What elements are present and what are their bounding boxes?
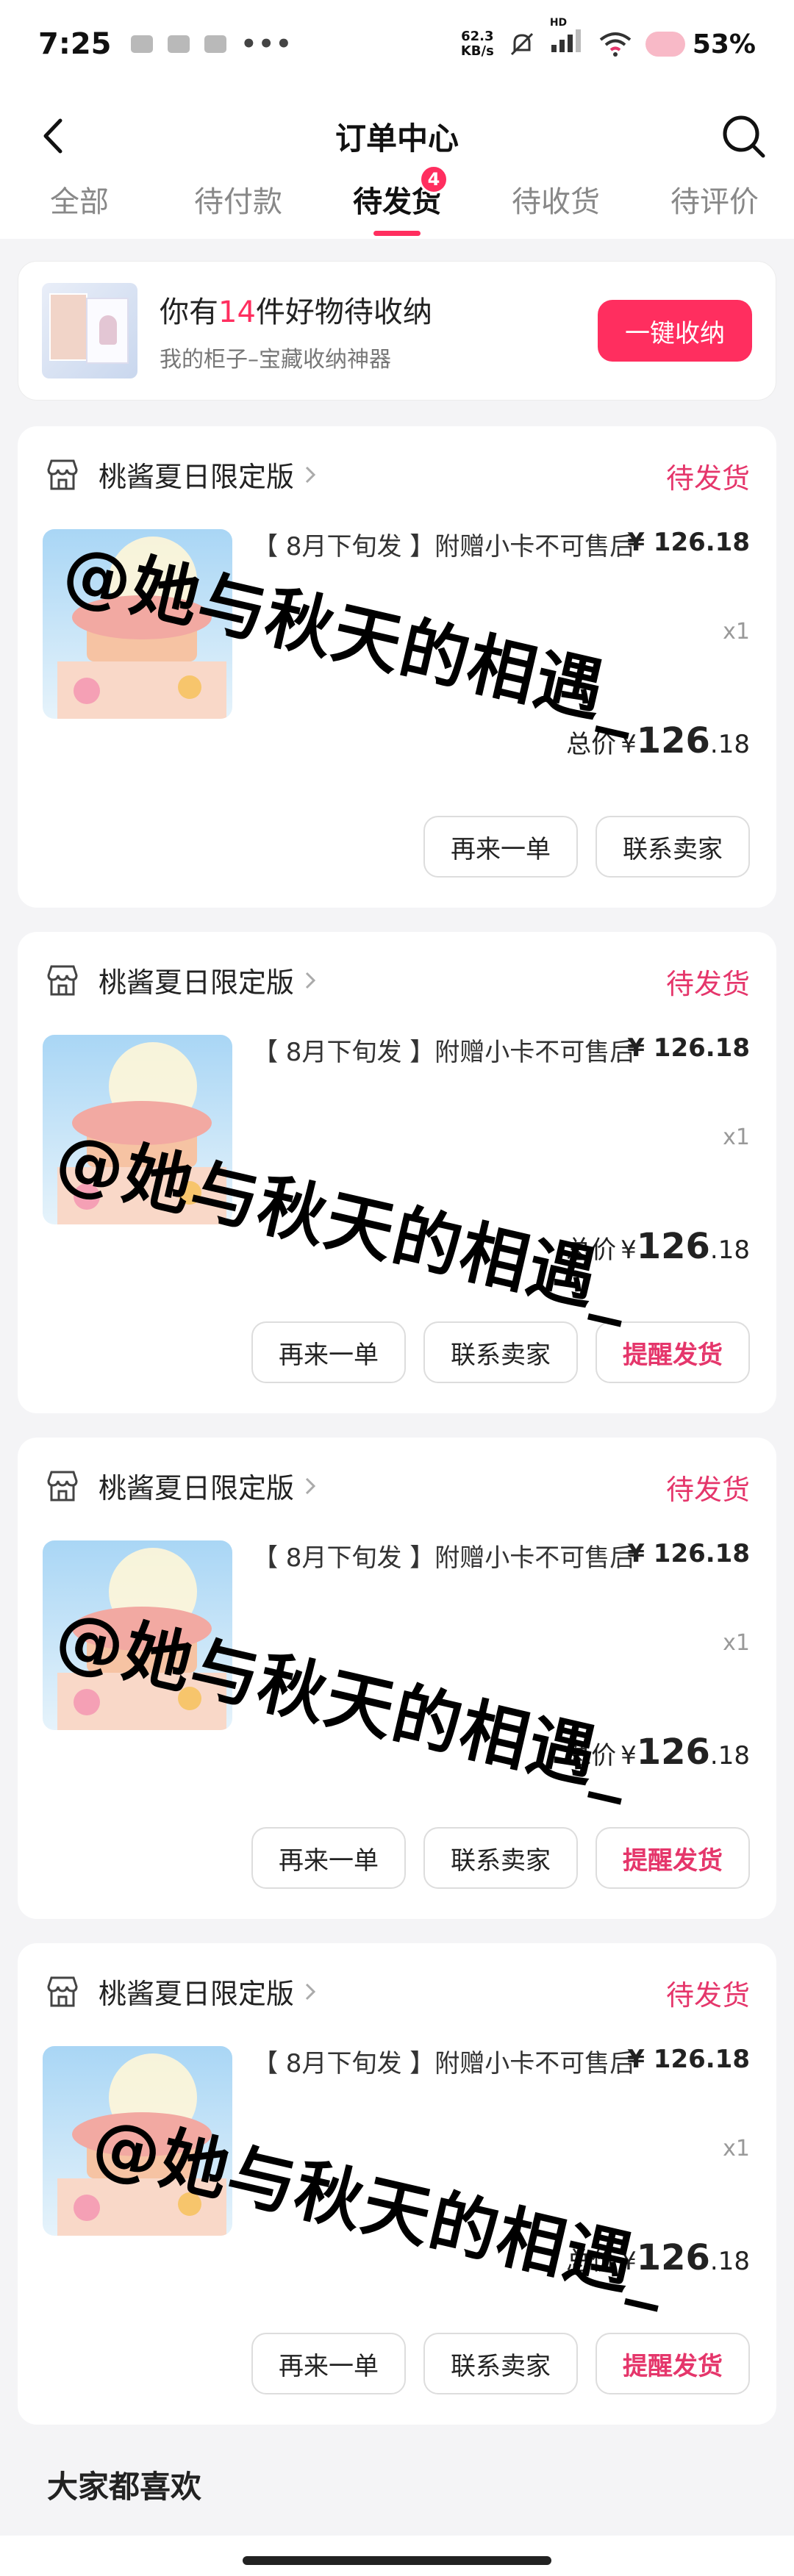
shop-icon <box>47 1976 78 2006</box>
order-status: 待发货 <box>665 968 750 1000</box>
promo-thumbnail <box>42 283 137 378</box>
home-indicator[interactable] <box>243 2556 551 2565</box>
chevron-right-icon <box>305 466 316 483</box>
order-actions: 再来一单 联系卖家 提醒发货 <box>251 1827 750 1889</box>
reorder-button[interactable]: 再来一单 <box>251 1321 406 1383</box>
network-speed: 62.3 KB/s <box>460 29 494 59</box>
product-price: ¥ 126.18 <box>627 1539 750 1568</box>
product-title[interactable]: 【 8月下旬发 】附赠小卡不可售后 <box>253 1033 635 1072</box>
tab-pending-review[interactable]: 待评价 <box>635 162 794 239</box>
shop-icon <box>47 965 78 995</box>
promo-subtitle: 我的柜子–宝藏收纳神器 <box>160 347 391 373</box>
chevron-right-icon <box>305 972 316 989</box>
contact-seller-button[interactable]: 联系卖家 <box>423 1321 578 1383</box>
shop-name: 桃酱夏日限定版 <box>99 1472 295 1504</box>
shop-name: 桃酱夏日限定版 <box>99 461 295 493</box>
promo-title: 你有14件好物待收纳 <box>160 295 432 329</box>
notification-icon <box>130 35 153 53</box>
tab-pending-payment[interactable]: 待付款 <box>159 162 318 239</box>
product-quantity: x1 <box>723 2136 750 2161</box>
chevron-right-icon <box>305 1477 316 1494</box>
order-tabs: 全部 待付款 待发货 4 待收货 待评价 <box>0 162 794 239</box>
product-quantity: x1 <box>723 1124 750 1150</box>
promo-count: 14 <box>218 295 256 329</box>
mute-icon <box>510 32 533 56</box>
product-quantity: x1 <box>723 619 750 645</box>
shop-name: 桃酱夏日限定版 <box>99 1978 295 2010</box>
notification-icon <box>204 35 226 53</box>
product-title[interactable]: 【 8月下旬发 】附赠小卡不可售后 <box>253 2045 635 2083</box>
product-quantity: x1 <box>723 1630 750 1656</box>
battery-icon <box>645 32 685 57</box>
reorder-button[interactable]: 再来一单 <box>423 816 578 878</box>
shop-name: 桃酱夏日限定版 <box>99 966 295 999</box>
remind-shipment-button[interactable]: 提醒发货 <box>596 2333 750 2394</box>
remind-shipment-button[interactable]: 提醒发货 <box>596 1827 750 1889</box>
count-badge: 4 <box>419 165 448 194</box>
product-title[interactable]: 【 8月下旬发 】附赠小卡不可售后 <box>253 1539 635 1577</box>
product-title[interactable]: 【 8月下旬发 】附赠小卡不可售后 <box>253 528 635 566</box>
tab-pending-receipt[interactable]: 待收货 <box>476 162 635 239</box>
active-tab-indicator <box>373 231 421 236</box>
battery-indicator: 53% <box>645 29 756 60</box>
shop-link[interactable]: 桃酱夏日限定版 <box>44 1465 318 1506</box>
contact-seller-button[interactable]: 联系卖家 <box>596 816 750 878</box>
tab-all[interactable]: 全部 <box>0 162 159 239</box>
reorder-button[interactable]: 再来一单 <box>251 1827 406 1889</box>
product-price: ¥ 126.18 <box>627 1033 750 1063</box>
clock: 7:25 <box>38 27 112 61</box>
order-status: 待发货 <box>665 462 750 495</box>
order-actions: 再来一单 联系卖家 提醒发货 <box>251 2333 750 2394</box>
wifi-icon <box>599 32 632 57</box>
shop-icon <box>47 1471 78 1501</box>
search-icon[interactable] <box>716 109 772 165</box>
recommend-section-title: 大家都喜欢 <box>47 2469 202 2505</box>
promo-text: 你有14件好物待收纳 我的柜子–宝藏收纳神器 <box>160 288 598 373</box>
contact-seller-button[interactable]: 联系卖家 <box>423 2333 578 2394</box>
product-price: ¥ 126.18 <box>627 528 750 557</box>
chevron-right-icon <box>305 1983 316 2000</box>
page-title: 订单中心 <box>335 120 459 157</box>
signal-icon: HD <box>550 17 585 61</box>
contact-seller-button[interactable]: 联系卖家 <box>423 1827 578 1889</box>
product-price: ¥ 126.18 <box>627 2045 750 2074</box>
shop-icon <box>47 459 78 489</box>
shop-link[interactable]: 桃酱夏日限定版 <box>44 1971 318 2012</box>
notification-icon <box>167 35 190 53</box>
one-click-store-button[interactable]: 一键收纳 <box>598 300 752 362</box>
order-actions: 再来一单 联系卖家 <box>423 816 750 878</box>
shop-link[interactable]: 桃酱夏日限定版 <box>44 454 318 495</box>
reorder-button[interactable]: 再来一单 <box>251 2333 406 2394</box>
tab-pending-shipment[interactable]: 待发货 4 <box>318 162 476 239</box>
storage-promo-card[interactable]: 你有14件好物待收纳 我的柜子–宝藏收纳神器 一键收纳 <box>18 261 776 401</box>
shop-link[interactable]: 桃酱夏日限定版 <box>44 960 318 1000</box>
order-status: 待发货 <box>665 1979 750 2012</box>
status-bar: 7:25 ••• 62.3 KB/s HD 53% <box>0 0 794 88</box>
back-chevron-icon[interactable] <box>29 110 81 162</box>
order-actions: 再来一单 联系卖家 提醒发货 <box>251 1321 750 1383</box>
order-status: 待发货 <box>665 1474 750 1506</box>
more-notifications-icon: ••• <box>240 29 293 59</box>
